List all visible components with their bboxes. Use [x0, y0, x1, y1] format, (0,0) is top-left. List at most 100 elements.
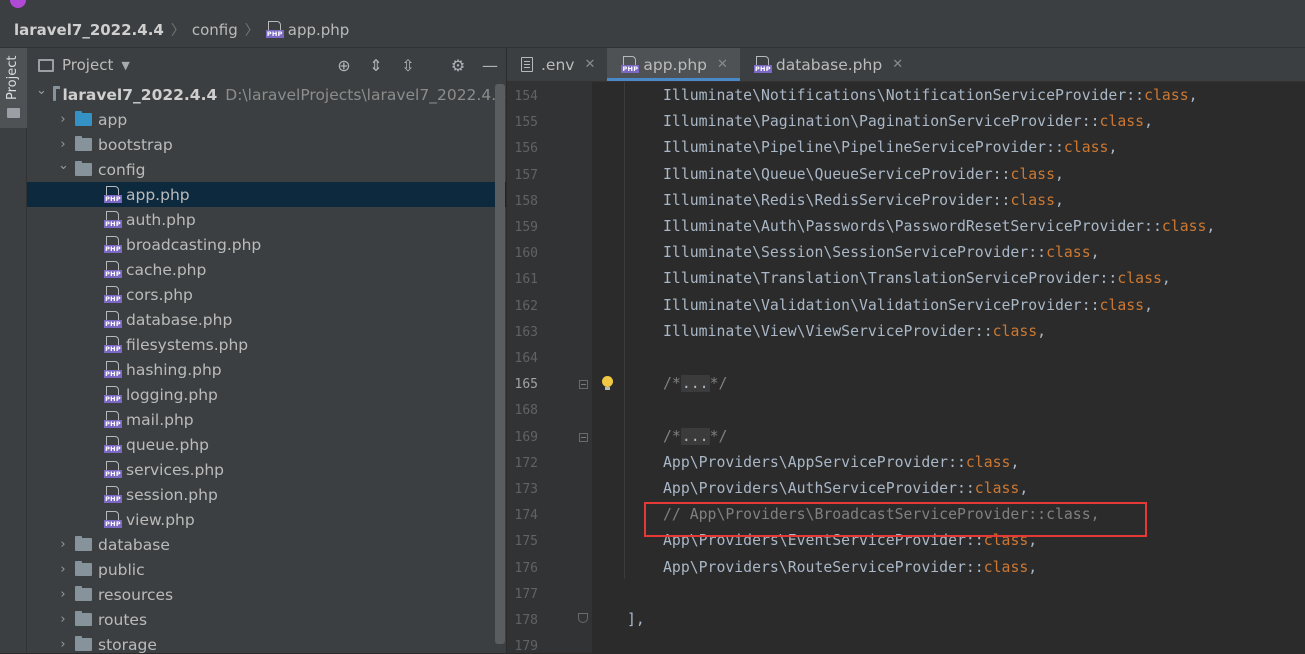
chevron-down-icon[interactable]: ▼	[121, 59, 129, 72]
tree-item-label: session.php	[126, 485, 218, 504]
hide-panel-icon[interactable]: —	[474, 56, 506, 75]
tree-item-database-php[interactable]: PHP database.php	[27, 307, 506, 332]
gear-icon[interactable]: ⚙	[442, 56, 474, 75]
tree-item-config[interactable]: ⌄ config	[27, 157, 506, 182]
tree-item-resources[interactable]: › resources	[27, 582, 506, 607]
code-identifier: Illuminate\Redis\RedisServiceProvider::	[663, 191, 1011, 209]
scrollbar-thumb[interactable]	[495, 84, 505, 644]
project-tree-scrollbar[interactable]	[495, 82, 505, 653]
editor-tab-app-php[interactable]: PHP app.php ✕	[607, 48, 740, 81]
php-file-icon: PHP	[265, 20, 284, 39]
chevron-right-icon[interactable]: ›	[58, 537, 68, 552]
close-icon[interactable]: ✕	[892, 57, 903, 72]
tree-item-public[interactable]: › public	[27, 557, 506, 582]
code-line[interactable]: Illuminate\Session\SessionServiceProvide…	[663, 240, 1100, 266]
folded-region[interactable]: ...	[680, 427, 710, 445]
tree-item-storage[interactable]: › storage	[27, 632, 506, 654]
code-keyword: class	[974, 480, 1020, 497]
editor-tab-database-php[interactable]: PHP database.php ✕	[740, 48, 915, 81]
code-line[interactable]: App\Providers\EventServiceProvider::clas…	[663, 528, 1037, 554]
tree-item-view-php[interactable]: PHP view.php	[27, 507, 506, 532]
breadcrumb-file[interactable]: PHP app.php	[265, 20, 349, 39]
php-file-icon: PHP	[104, 335, 122, 354]
code-editor[interactable]: 154 155 156 157 158 159 160 161 162 163 164 165 168 1…	[507, 82, 1305, 654]
fold-toggle-icon[interactable]	[579, 432, 588, 442]
project-view-selector[interactable]: Project	[62, 56, 113, 74]
expand-all-icon[interactable]: ⇕	[360, 56, 392, 75]
code-line[interactable]: Illuminate\Notifications\NotificationSer…	[663, 83, 1198, 109]
breadcrumb-config[interactable]: config	[192, 21, 238, 39]
tree-item-app[interactable]: › app	[27, 107, 506, 132]
line-number: 175	[514, 534, 538, 550]
line-number: 156	[514, 141, 538, 157]
editor-tab-env[interactable]: .env ✕	[507, 48, 607, 81]
tree-item-label: hashing.php	[126, 360, 222, 379]
code-line[interactable]: Illuminate\Queue\QueueServiceProvider::c…	[663, 162, 1064, 188]
breadcrumb-project[interactable]: laravel7_2022.4.4	[14, 21, 164, 39]
code-line[interactable]: Illuminate\Pipeline\PipelineServiceProvi…	[663, 135, 1117, 161]
tree-item-cache-php[interactable]: PHP cache.php	[27, 257, 506, 282]
chevron-right-icon[interactable]: ›	[58, 112, 68, 127]
code-keyword: class	[1117, 270, 1162, 288]
code-punctuation: ,	[1108, 139, 1118, 157]
project-tool-tab[interactable]: Project	[0, 48, 27, 128]
locate-file-icon[interactable]: ⊕	[328, 56, 360, 75]
tree-item-laravel7-2022-4-4[interactable]: ⌄ laravel7_2022.4.4 D:\laravelProjects\lar…	[27, 82, 506, 107]
tree-item-label: resources	[98, 585, 174, 604]
lightbulb-icon[interactable]	[601, 376, 613, 391]
code-line[interactable]: App\Providers\AuthServiceProvider::class…	[663, 476, 1028, 502]
tree-item-app-php[interactable]: PHP app.php	[27, 182, 506, 207]
tree-item-session-php[interactable]: PHP session.php	[27, 482, 506, 507]
chevron-down-icon[interactable]: ⌄	[58, 158, 69, 173]
code-identifier: App\Providers\EventServiceProvider::	[663, 532, 984, 550]
chevron-right-icon[interactable]: ›	[58, 612, 68, 627]
tree-item-logging-php[interactable]: PHP logging.php	[27, 382, 506, 407]
code-line[interactable]: ],	[627, 607, 645, 633]
tree-item-cors-php[interactable]: PHP cors.php	[27, 282, 506, 307]
php-file-icon: PHP	[104, 385, 122, 404]
folded-region[interactable]: ...	[680, 375, 710, 393]
code-line[interactable]: Illuminate\Translation\TranslationServic…	[663, 266, 1171, 292]
tree-item-database[interactable]: › database	[27, 532, 506, 557]
tree-item-hashing-php[interactable]: PHP hashing.php	[27, 357, 506, 382]
tree-item-label: logging.php	[126, 385, 218, 404]
code-line[interactable]: /*...*/	[663, 424, 727, 450]
code-line[interactable]: Illuminate\Validation\ValidationServiceP…	[663, 293, 1153, 319]
close-icon[interactable]: ✕	[584, 57, 595, 72]
close-icon[interactable]: ✕	[717, 57, 728, 72]
chevron-right-icon[interactable]: ›	[58, 587, 68, 602]
editor-tab-label: .env	[541, 55, 575, 74]
env-file-icon	[521, 57, 533, 72]
code-punctuation: ,	[1161, 270, 1171, 288]
tree-item-mail-php[interactable]: PHP mail.php	[27, 407, 506, 432]
code-line[interactable]: Illuminate\Auth\Passwords\PasswordResetS…	[663, 214, 1215, 240]
collapse-all-icon[interactable]: ⇳	[392, 56, 424, 75]
code-identifier: Illuminate\Queue\QueueServiceProvider::	[663, 165, 1011, 183]
chevron-right-icon[interactable]: ›	[58, 637, 68, 652]
code-line[interactable]: Illuminate\Pagination\PaginationServiceP…	[663, 109, 1153, 135]
fold-toggle-icon[interactable]	[579, 380, 588, 390]
code-line[interactable]: // App\Providers\BroadcastServiceProvide…	[663, 502, 1100, 528]
chevron-right-icon[interactable]: ›	[58, 137, 68, 152]
fold-end-icon[interactable]	[578, 613, 588, 623]
code-line[interactable]: /*...*/	[663, 371, 727, 397]
editor-tab-label: database.php	[775, 55, 883, 74]
chevron-right-icon[interactable]: ›	[58, 562, 68, 577]
tree-item-routes[interactable]: › routes	[27, 607, 506, 632]
tree-item-broadcasting-php[interactable]: PHP broadcasting.php	[27, 232, 506, 257]
tree-item-auth-php[interactable]: PHP auth.php	[27, 207, 506, 232]
line-number: 164	[514, 351, 538, 366]
code-line[interactable]: App\Providers\AppServiceProvider::class,	[663, 450, 1019, 476]
code-line[interactable]: Illuminate\Redis\RedisServiceProvider::c…	[663, 188, 1064, 214]
tree-item-services-php[interactable]: PHP services.php	[27, 457, 506, 482]
code-punctuation: ,	[1028, 532, 1038, 550]
chevron-down-icon[interactable]: ⌄	[36, 83, 47, 98]
tree-item-bootstrap[interactable]: › bootstrap	[27, 132, 506, 157]
code-line[interactable]: App\Providers\RouteServiceProvider::clas…	[663, 555, 1037, 581]
closing-bracket: ],	[627, 611, 645, 628]
tree-item-label: database.php	[126, 310, 233, 329]
tree-item-filesystems-php[interactable]: PHP filesystems.php	[27, 332, 506, 357]
editor-gutter[interactable]: 154 155 156 157 158 159 160 161 162 163 164 165 168 1…	[507, 82, 591, 654]
code-line[interactable]: Illuminate\View\ViewServiceProvider::cla…	[663, 319, 1046, 345]
tree-item-queue-php[interactable]: PHP queue.php	[27, 432, 506, 457]
